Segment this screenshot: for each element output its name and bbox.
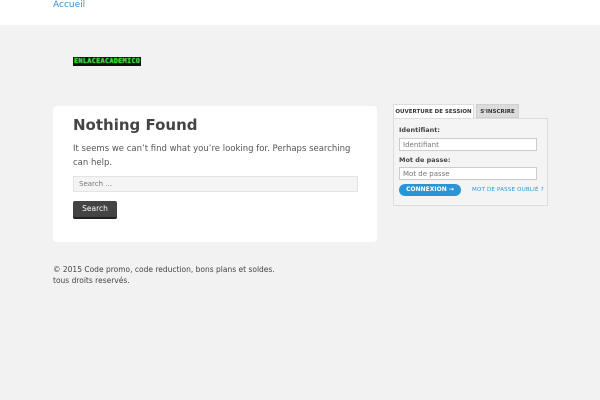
password-field[interactable] — [399, 167, 537, 180]
login-tabs: OUVERTURE DE SESSION S'INSCRIRE — [393, 104, 548, 118]
login-button[interactable]: CONNEXION → — [399, 184, 461, 196]
footer-copyright: © 2015 Code promo, code reduction, bons … — [53, 265, 275, 285]
password-label: Mot de passe: — [399, 156, 451, 164]
search-button[interactable]: Search — [73, 201, 117, 217]
search-input[interactable] — [73, 176, 358, 192]
page-title: Nothing Found — [73, 116, 198, 134]
site-logo[interactable]: ENLACEACADEMICO — [73, 57, 142, 66]
main-content: Nothing Found It seems we can’t find wha… — [53, 106, 377, 242]
forgot-password-link[interactable]: MOT DE PASSE OUBLIÉ ? — [472, 187, 544, 193]
top-nav-bar: Accueil — [0, 0, 600, 25]
nav-home-link[interactable]: Accueil — [53, 0, 85, 10]
username-label: Identifiant: — [399, 126, 440, 134]
tab-register[interactable]: S'INSCRIRE — [476, 104, 519, 118]
username-field[interactable] — [399, 138, 537, 151]
tab-login[interactable]: OUVERTURE DE SESSION — [393, 104, 474, 118]
login-widget: OUVERTURE DE SESSION S'INSCRIRE Identifi… — [393, 104, 548, 206]
not-found-message: It seems we can’t find what you’re looki… — [73, 144, 351, 168]
login-form: Identifiant: Mot de passe: CONNEXION → M… — [393, 118, 548, 206]
